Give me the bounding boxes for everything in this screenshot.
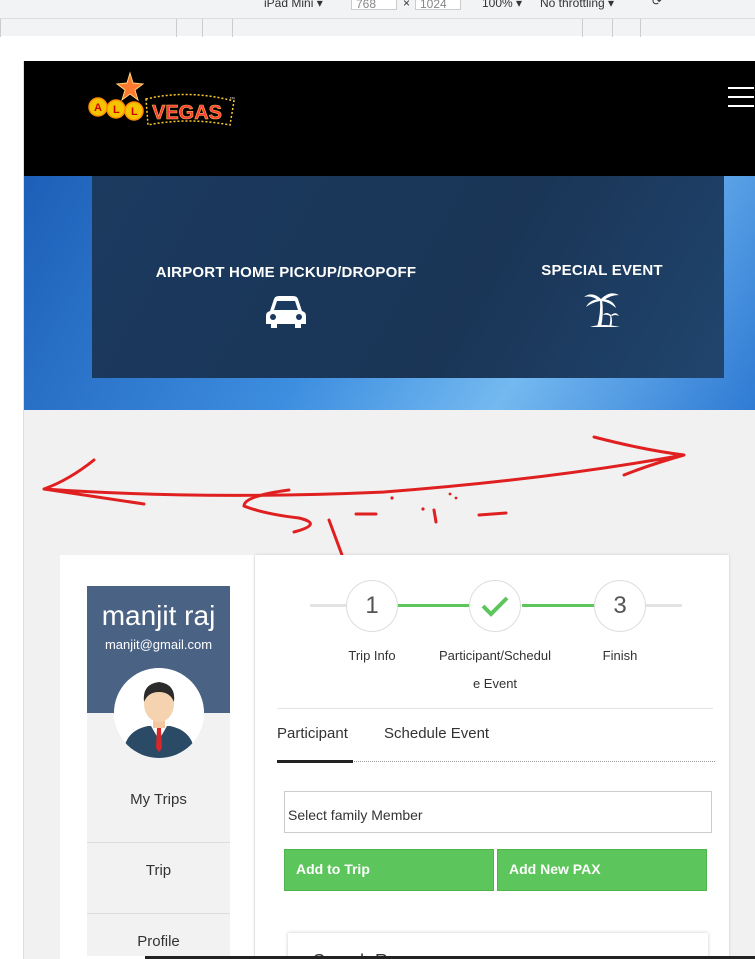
step-2-label-line1: Participant/Schedul [438, 648, 551, 663]
times-symbol: × [403, 0, 411, 10]
width-input[interactable]: 768 [351, 0, 397, 11]
menu-toggle-icon[interactable] [728, 87, 754, 109]
sidebar-item-my-trips[interactable]: My Trips [87, 791, 230, 808]
car-icon [266, 296, 306, 328]
site-navbar: A L L VEGAS ™ [24, 61, 755, 176]
step-3-label: Finish [602, 648, 638, 663]
tab-schedule-event[interactable]: Schedule Event [384, 725, 489, 742]
palm-tree-icon [584, 293, 620, 327]
family-member-select[interactable]: Select family Member [284, 791, 712, 833]
add-to-trip-button[interactable]: Add to Trip [284, 849, 494, 891]
throttle-select[interactable]: No throttling ▾ [540, 0, 614, 10]
height-input[interactable]: 1024 [415, 0, 461, 11]
service-label: AIRPORT HOME PICKUP/DROPOFF [155, 264, 417, 281]
sidebar-divider [87, 842, 230, 843]
service-special-event[interactable]: SPECIAL EVENT [532, 262, 672, 333]
active-tab-indicator [277, 760, 353, 763]
step-connector-complete [396, 604, 472, 607]
profile-email: manjit@gmail.com [104, 637, 213, 652]
step-1-circle[interactable]: 1 [346, 580, 398, 632]
red-scribble-annotation [42, 435, 686, 557]
step-2-label: Participant/Schedul e Event [430, 642, 560, 698]
device-select[interactable]: iPad Mini ▾ [264, 0, 323, 10]
svg-text:L: L [131, 106, 138, 118]
devtools-toolbar: iPad Mini ▾ 768 × 1024 100% ▾ No throttl… [0, 0, 755, 37]
step-2-circle[interactable] [469, 580, 521, 632]
screenshot-root: iPad Mini ▾ 768 × 1024 100% ▾ No throttl… [0, 0, 755, 959]
trip-wizard-card: 1 3 Trip Info Participant/Schedul e Even… [255, 555, 729, 959]
service-airport-pickup[interactable]: AIRPORT HOME PICKUP/DROPOFF [154, 264, 418, 335]
profile-name: manjit raj [101, 600, 216, 631]
allvegas-logo[interactable]: A L L VEGAS ™ [88, 71, 238, 133]
step-2-label-line2: e Event [472, 676, 518, 691]
rotate-icon[interactable]: ⟳ [652, 0, 662, 8]
sidebar-divider [87, 913, 230, 914]
step-connector [310, 604, 348, 607]
profile-card: manjit raj manjit@gmail.com My Trips Tri… [87, 586, 230, 956]
svg-text:L: L [113, 104, 120, 116]
services-panel: AIRPORT HOME PICKUP/DROPOFF SPECIAL EVEN… [92, 176, 724, 378]
step-1-label: Trip Info [348, 648, 396, 663]
media-query-ruler [0, 18, 755, 37]
zoom-select[interactable]: 100% ▾ [482, 0, 522, 10]
avatar [114, 668, 204, 758]
hero-banner: AIRPORT HOME PICKUP/DROPOFF SPECIAL EVEN… [24, 176, 755, 410]
tab-participant[interactable]: Participant [277, 725, 348, 742]
section-divider [277, 708, 713, 709]
svg-text:A: A [94, 102, 102, 114]
sidebar-item-trip[interactable]: Trip [87, 862, 230, 879]
device-toolbar-row: iPad Mini ▾ 768 × 1024 100% ▾ No throttl… [0, 0, 755, 14]
check-icon [481, 596, 509, 617]
device-viewport: A L L VEGAS ™ AIRPORT HOME PICKUP/DROPOF… [23, 61, 755, 959]
svg-text:VEGAS: VEGAS [152, 102, 222, 124]
service-label: SPECIAL EVENT [541, 262, 663, 279]
svg-text:™: ™ [229, 96, 235, 103]
add-new-pax-button[interactable]: Add New PAX [497, 849, 707, 891]
step-connector [644, 604, 682, 607]
sidebar: manjit raj manjit@gmail.com My Trips Tri… [60, 555, 254, 959]
step-connector-complete [522, 604, 596, 607]
step-3-circle[interactable]: 3 [594, 580, 646, 632]
sidebar-item-profile[interactable]: Profile [87, 933, 230, 950]
